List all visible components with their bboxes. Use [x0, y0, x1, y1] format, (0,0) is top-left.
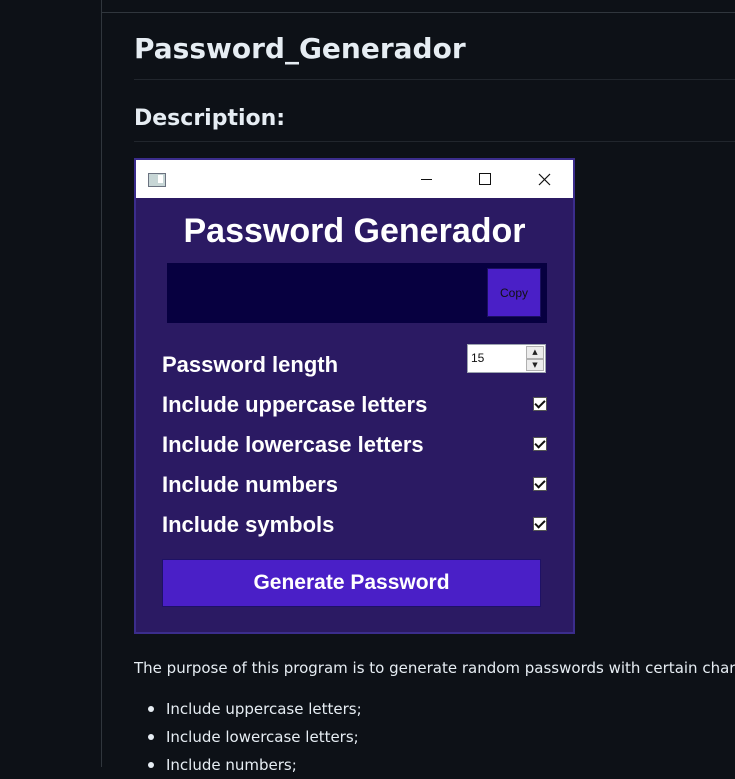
option-label-symbols: Include symbols	[162, 512, 335, 537]
copy-button[interactable]: Copy	[487, 268, 541, 317]
password-output-field[interactable]: Copy	[167, 263, 547, 323]
list-item-text: Include uppercase letters;	[166, 700, 362, 718]
list-item: Include uppercase letters;	[134, 695, 362, 723]
spin-down-button[interactable]: ▼	[526, 358, 544, 371]
list-item-text: Include numbers;	[166, 756, 297, 774]
description-text: The purpose of this program is to genera…	[134, 659, 735, 677]
checkmark-icon	[534, 477, 546, 489]
left-sidebar-gutter	[0, 0, 102, 767]
chevron-up-icon: ▲	[532, 348, 538, 357]
checkbox-symbols[interactable]	[533, 517, 547, 531]
password-length-label: Password length	[162, 352, 339, 377]
list-item: Include numbers;	[134, 751, 362, 779]
password-length-value: 15	[471, 351, 485, 365]
description-heading: Description:	[134, 106, 286, 131]
maximize-icon	[479, 173, 491, 185]
top-divider	[102, 12, 735, 13]
spin-up-button[interactable]: ▲	[526, 346, 544, 359]
option-label-lowercase: Include lowercase letters	[162, 432, 424, 457]
minimize-icon	[420, 178, 432, 180]
maximize-button[interactable]	[456, 160, 514, 198]
list-item-text: Include lowercase letters;	[166, 728, 359, 746]
checkmark-icon	[534, 517, 546, 529]
bullet-icon	[148, 762, 154, 768]
checkbox-numbers[interactable]	[533, 477, 547, 491]
bullet-icon	[148, 706, 154, 712]
option-label-uppercase: Include uppercase letters	[162, 392, 428, 417]
chevron-down-icon: ▼	[532, 360, 538, 369]
password-length-spinbox[interactable]: 15 ▲ ▼	[467, 344, 546, 373]
checkbox-uppercase[interactable]	[533, 397, 547, 411]
app-screenshot-window: Password Generador Copy Password length …	[134, 158, 575, 634]
checkbox-lowercase[interactable]	[533, 437, 547, 451]
checkmark-icon	[534, 437, 546, 449]
heading-divider	[134, 141, 735, 142]
generate-password-button[interactable]: Generate Password	[162, 559, 541, 607]
app-icon	[148, 173, 166, 187]
app-title: Password Generador	[183, 212, 526, 250]
checkmark-icon	[534, 397, 546, 409]
close-icon	[538, 173, 550, 185]
page-title: Password_Generador	[134, 32, 466, 65]
list-item: Include lowercase letters;	[134, 723, 362, 751]
window-titlebar	[136, 160, 573, 198]
option-label-numbers: Include numbers	[162, 472, 339, 497]
close-button[interactable]	[515, 160, 573, 198]
minimize-button[interactable]	[397, 160, 455, 198]
bullet-icon	[148, 734, 154, 740]
title-divider	[134, 79, 735, 80]
feature-list: Include uppercase letters; Include lower…	[134, 695, 362, 779]
